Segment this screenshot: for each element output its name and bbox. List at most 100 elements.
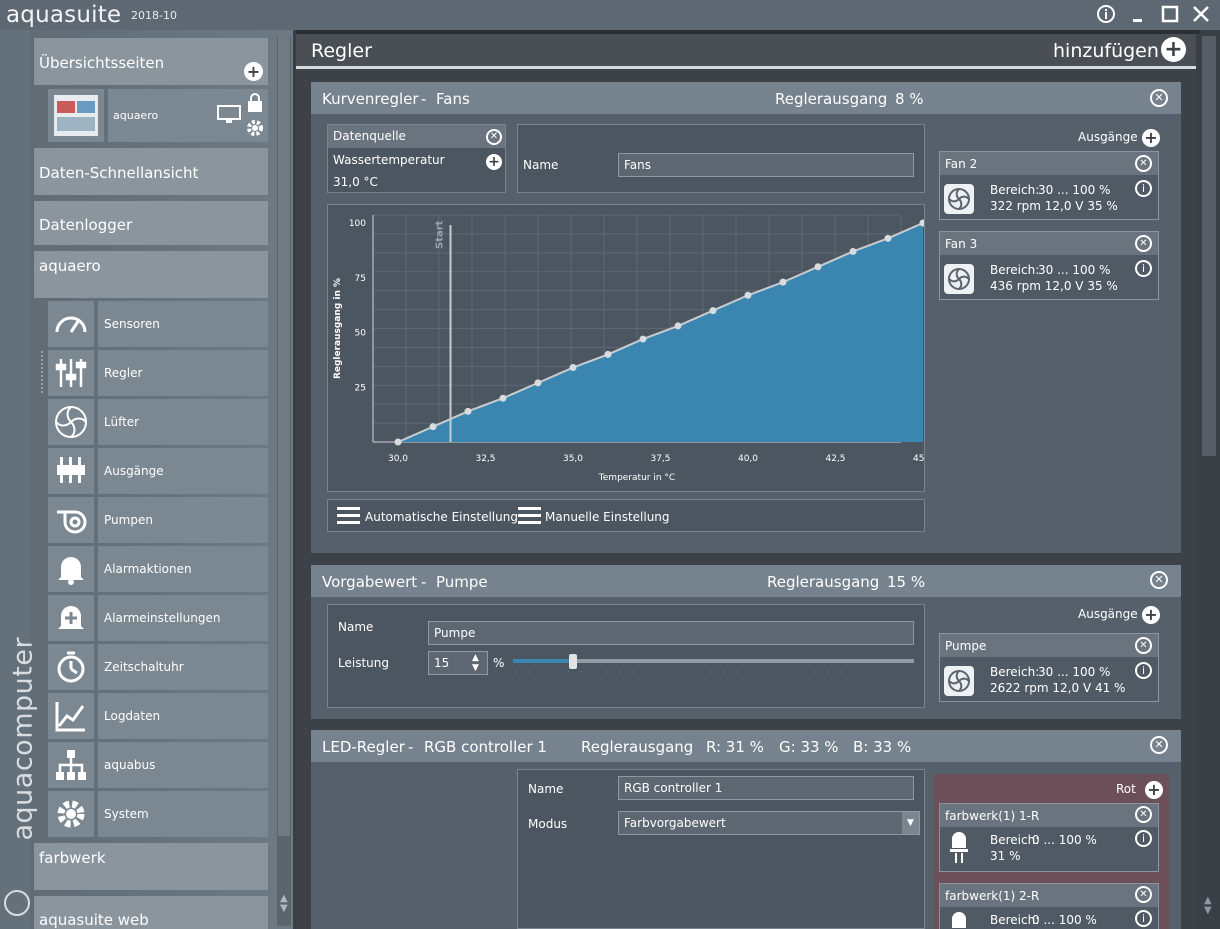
nav-datalogger[interactable]: Datenlogger [34, 201, 268, 245]
outputs-icon[interactable] [48, 448, 94, 494]
gauge-icon[interactable] [48, 301, 94, 347]
lock-icon[interactable] [246, 93, 264, 117]
power-stepper[interactable]: 15 [428, 651, 488, 675]
sidebar-item-system[interactable]: System [98, 791, 268, 837]
setpoint-box [327, 604, 925, 708]
manual-setting-icon[interactable] [518, 506, 541, 530]
output-name: Fan 3 [945, 237, 978, 251]
sidebar-item-alarmaktionen[interactable]: Alarmaktionen [98, 546, 268, 592]
thumbnail-image [54, 95, 98, 136]
pump-name-input[interactable]: Pumpe [428, 621, 914, 645]
curve-point [884, 234, 892, 242]
nav-overview-label: Übersichtsseiten [39, 54, 165, 72]
auto-setting-icon[interactable] [337, 506, 360, 530]
sliders-icon[interactable] [48, 350, 94, 396]
panel3-g: G: 33 % [779, 738, 839, 756]
panel3-out-label: Reglerausgang [581, 738, 694, 756]
bell-icon[interactable] [48, 546, 94, 592]
info-icon[interactable] [1095, 4, 1117, 26]
x-tick-label: 30,0 [388, 454, 408, 464]
output-range: 0 ... 100 % [1032, 833, 1097, 847]
sidebar-item-aquabus[interactable]: aquabus [98, 742, 268, 788]
stepper-arrows-icon[interactable]: ▲ ▼ [472, 653, 479, 673]
nav-overview[interactable]: Übersichtsseiten [34, 38, 268, 85]
output-stats: 2622 rpm 12,0 V 41 % [990, 681, 1126, 695]
overview-thumbnail[interactable] [48, 89, 104, 142]
monitor-icon[interactable] [217, 105, 241, 129]
curve-point [499, 394, 507, 402]
y-tick-label: 50 [355, 329, 367, 339]
power-slider-thumb[interactable] [569, 654, 578, 669]
sidebar-item-regler[interactable]: Regler [98, 350, 268, 396]
fan-icon [944, 184, 974, 214]
panel2-out-label: Reglerausgang [767, 573, 880, 591]
overview-item-label: aquaero [113, 109, 159, 122]
output-remove-icon[interactable]: ✕ [1135, 235, 1152, 252]
output-info-icon[interactable]: i [1135, 180, 1152, 197]
auto-setting-label[interactable]: Automatische Einstellung [365, 510, 518, 524]
output-info-icon[interactable]: i [1135, 260, 1152, 277]
output-info-icon[interactable]: i [1135, 910, 1152, 927]
datasource-add-icon[interactable]: + [486, 154, 502, 170]
close-icon[interactable] [1190, 4, 1212, 26]
chevron-down-icon[interactable]: ▼ [902, 812, 919, 834]
mode-select[interactable]: Farbvorgabewert [618, 811, 920, 835]
sidebar-scroll-arrows-icon[interactable]: ▲ ▼ [280, 894, 288, 914]
add-output-icon[interactable]: + [1142, 129, 1160, 147]
app-title: aquasuite [6, 2, 122, 28]
main-scroll-arrows-icon[interactable]: ▲ ▼ [1204, 896, 1212, 916]
add-output-icon[interactable]: + [1142, 606, 1160, 624]
panel3-close-icon[interactable]: ✕ [1150, 736, 1168, 754]
power-label: Leistung [338, 656, 389, 670]
led-name-input[interactable]: RGB controller 1 [618, 776, 914, 800]
output-info-icon[interactable]: i [1135, 662, 1152, 679]
add-red-output-icon[interactable]: + [1145, 781, 1163, 799]
output-remove-icon[interactable]: ✕ [1135, 886, 1152, 903]
sidebar-scroll-thumb[interactable] [278, 36, 290, 836]
sidebar-item-zeitschaltuhr[interactable]: Zeitschaltuhr [98, 644, 268, 690]
manual-setting-label[interactable]: Manuelle Einstellung [545, 510, 670, 524]
panel2-sep: - [421, 573, 427, 591]
settings-gear-icon[interactable] [244, 117, 266, 143]
panel2-close-icon[interactable]: ✕ [1150, 571, 1168, 589]
fan-icon [944, 264, 974, 294]
add-controller-icon[interactable]: + [1161, 37, 1186, 62]
sidebar-item-logdaten[interactable]: Logdaten [98, 693, 268, 739]
datasource-remove-icon[interactable]: ✕ [486, 129, 502, 145]
panel1-close-icon[interactable]: ✕ [1150, 89, 1168, 107]
maximize-icon[interactable] [1159, 4, 1181, 26]
bell-plus-icon[interactable] [48, 595, 94, 641]
nav-farbwerk-label: farbwerk [39, 849, 106, 867]
timer-icon[interactable] [48, 644, 94, 690]
curve-chart[interactable]: Start 30,0 32,5 35,0 37,5 40,0 42,5 45,0 25 50 75 1… [328, 205, 924, 491]
fan-icon[interactable] [48, 399, 94, 445]
panel3-name: RGB controller 1 [424, 738, 547, 756]
chart-icon[interactable] [48, 693, 94, 739]
output-remove-icon[interactable]: ✕ [1135, 806, 1152, 823]
curve-point [534, 379, 542, 387]
network-icon[interactable] [48, 742, 94, 788]
output-remove-icon[interactable]: ✕ [1135, 155, 1152, 172]
gear-icon[interactable] [48, 791, 94, 837]
pump-icon[interactable] [48, 497, 94, 543]
add-controller-label[interactable]: hinzufügen [1053, 40, 1159, 62]
sidebar-item-pumpen[interactable]: Pumpen [98, 497, 268, 543]
led-icon [948, 830, 970, 868]
sidebar-item-sensoren[interactable]: Sensoren [98, 301, 268, 347]
nav-quick-view[interactable]: Daten-Schnellansicht [34, 148, 268, 195]
add-overview-icon[interactable]: + [244, 62, 263, 81]
sidebar-item-ausgänge[interactable]: Ausgänge [98, 448, 268, 494]
output-info-icon[interactable]: i [1135, 830, 1152, 847]
minimize-icon[interactable] [1127, 4, 1149, 26]
sidebar-item-lüfter[interactable]: Lüfter [98, 399, 268, 445]
panel1-type: Kurvenregler [322, 90, 419, 108]
output-range: 0 ... 100 % [1032, 913, 1097, 927]
output-remove-icon[interactable]: ✕ [1135, 637, 1152, 654]
sidebar-item-alarmeinstellungen[interactable]: Alarmeinstellungen [98, 595, 268, 641]
nav-aquaero[interactable]: aquaero [34, 251, 268, 298]
nav-farbwerk[interactable]: farbwerk [34, 843, 268, 890]
main-scroll-thumb[interactable] [1202, 36, 1216, 456]
nav-aquasuite-web[interactable]: aquasuite web [34, 896, 268, 929]
name-input[interactable]: Fans [618, 153, 914, 177]
y-tick-label: 75 [355, 274, 366, 284]
